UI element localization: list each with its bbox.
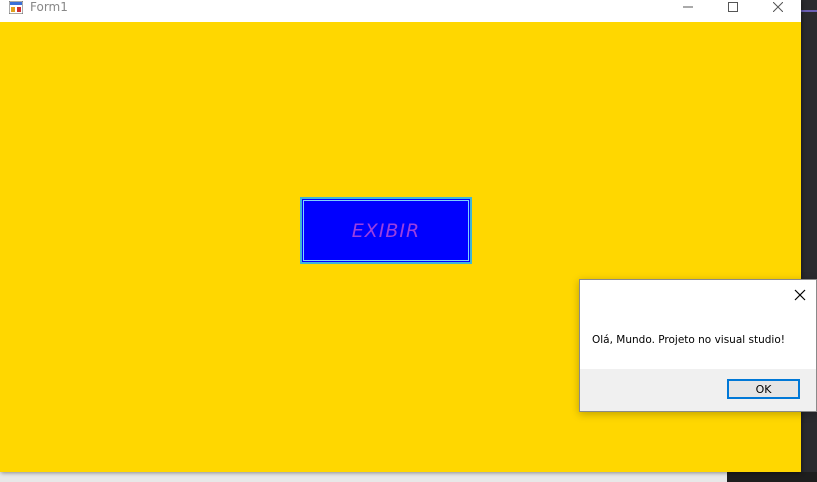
- close-button[interactable]: [755, 0, 801, 14]
- taskbar-area: [0, 472, 727, 482]
- close-icon: [773, 2, 783, 12]
- message-box-footer: OK: [580, 369, 816, 411]
- maximize-button[interactable]: [710, 0, 756, 14]
- minimize-icon: [683, 6, 693, 8]
- message-box-close-button[interactable]: [790, 286, 810, 304]
- message-text: Olá, Mundo. Projeto no visual studio!: [592, 334, 785, 346]
- exibir-button[interactable]: EXIBIR: [300, 197, 472, 264]
- desktop-corner: [727, 472, 817, 482]
- title-bar[interactable]: Form1: [0, 0, 801, 22]
- minimize-button[interactable]: [665, 0, 711, 14]
- close-icon: [794, 289, 806, 301]
- ok-button[interactable]: OK: [727, 379, 800, 399]
- window-title: Form1: [30, 0, 68, 14]
- desktop-accent-line: [800, 10, 817, 12]
- message-box: Olá, Mundo. Projeto no visual studio! OK: [579, 279, 817, 412]
- form-app-icon: [9, 1, 23, 14]
- exibir-button-label: EXIBIR: [351, 219, 421, 242]
- maximize-icon: [728, 2, 738, 12]
